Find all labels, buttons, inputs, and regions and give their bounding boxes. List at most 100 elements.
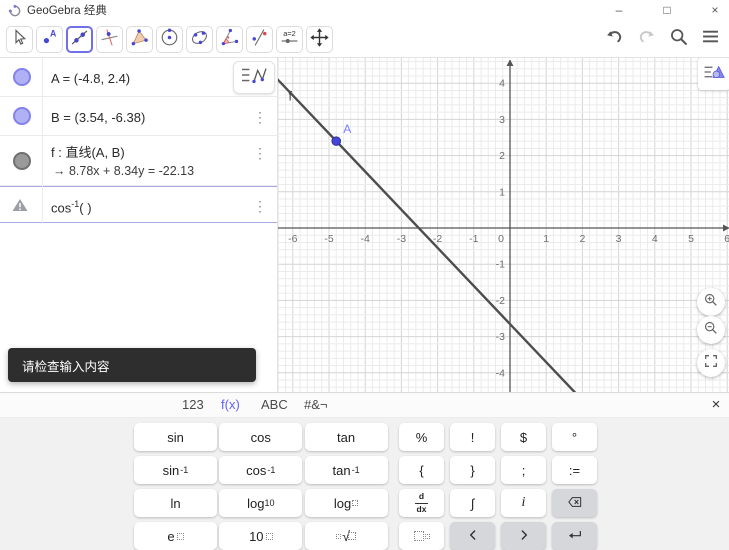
- nth-root-key[interactable]: √: [304, 522, 388, 550]
- title-bar: GeoGebra 经典 – □ ×: [0, 0, 729, 22]
- derivative-key[interactable]: d dx: [399, 489, 444, 517]
- geogebra-logo-icon: [8, 4, 22, 18]
- polygon-tool[interactable]: [126, 26, 153, 53]
- algebra-row-text: f : 直线(A, B): [51, 145, 125, 160]
- zoom-in-button[interactable]: [697, 288, 725, 316]
- svg-text:A: A: [50, 28, 57, 38]
- algebra-row-text: cos-1( ): [51, 199, 92, 216]
- slider-tool[interactable]: a=2: [276, 26, 303, 53]
- backspace-icon: [567, 494, 583, 513]
- warning-icon: [11, 196, 29, 214]
- arccos-key[interactable]: cos -1: [219, 456, 303, 484]
- search-icon: [668, 26, 689, 52]
- y-tick-label: -3: [496, 331, 505, 343]
- log-base-key[interactable]: log: [304, 489, 388, 517]
- close-button[interactable]: ×: [700, 0, 729, 22]
- enter-icon: [567, 527, 583, 546]
- row-menu-button[interactable]: ⋮: [253, 146, 267, 160]
- keyboard-close-button[interactable]: ×: [706, 395, 726, 415]
- x-axis-arrow-icon: [723, 224, 729, 232]
- algebra-stylebar-button[interactable]: [233, 61, 275, 94]
- fullscreen-icon: [703, 353, 719, 374]
- x-tick-label: -6: [288, 233, 297, 245]
- graphics-stylebar-button[interactable]: [698, 58, 729, 90]
- zoom-out-icon: [703, 320, 719, 341]
- conic-tool[interactable]: [186, 26, 213, 53]
- row-menu-button[interactable]: ⋮: [253, 110, 267, 124]
- point-tool-icon: A: [39, 27, 60, 53]
- tan-key[interactable]: tan: [304, 423, 388, 451]
- tab-123[interactable]: 123: [182, 397, 204, 412]
- enter-key[interactable]: [552, 522, 597, 550]
- graphics-view[interactable]: fAB-6-5-4-3-2-11234564321-1-2-3-40: [277, 58, 729, 392]
- point-tool[interactable]: A: [36, 26, 63, 53]
- arctan-key[interactable]: tan -1: [304, 456, 388, 484]
- angle-tool[interactable]: [216, 26, 243, 53]
- subscript-key[interactable]: [399, 522, 444, 550]
- redo-icon: [636, 26, 657, 52]
- redo-button[interactable]: [635, 27, 658, 50]
- tooltip-text: 请检查输入内容: [22, 359, 110, 374]
- toolbar: Aa=2: [0, 22, 729, 58]
- fullscreen-button[interactable]: [697, 349, 725, 377]
- reflection-tool-icon: [249, 27, 270, 53]
- point-A[interactable]: [331, 136, 342, 146]
- dollar-key[interactable]: $: [501, 423, 546, 451]
- visibility-marble[interactable]: [13, 68, 31, 86]
- imaginary-unit-key[interactable]: i: [501, 489, 546, 517]
- move-graphics-tool[interactable]: [306, 26, 333, 53]
- log10-key[interactable]: log 10: [219, 489, 303, 517]
- line-tool[interactable]: [66, 26, 93, 53]
- cos-key[interactable]: cos: [219, 423, 303, 451]
- toolbar-tools: Aa=2: [6, 26, 333, 53]
- tab-abc[interactable]: ABC: [261, 397, 288, 412]
- degree-key[interactable]: °: [552, 423, 597, 451]
- perpendicular-line-tool[interactable]: [96, 26, 123, 53]
- move-tool[interactable]: [6, 26, 33, 53]
- move-tool-icon: [9, 27, 30, 53]
- arrow-right-key[interactable]: [501, 522, 546, 550]
- x-tick-label: -5: [324, 233, 333, 245]
- tab-symbols[interactable]: #&¬: [304, 397, 328, 412]
- brace-close-key[interactable]: }: [450, 456, 495, 484]
- y-tick-label: 3: [499, 114, 505, 126]
- algebra-row-equation: → 8.78x + 8.34y = -22.13: [53, 164, 195, 178]
- backspace-key[interactable]: [552, 489, 597, 517]
- chevron-left-icon: [465, 527, 481, 546]
- perpendicular-line-icon: [99, 27, 120, 53]
- ten-power-key[interactable]: 10: [219, 522, 303, 550]
- semicolon-key[interactable]: ;: [501, 456, 546, 484]
- ln-key[interactable]: ln: [134, 489, 217, 517]
- search-button[interactable]: [667, 27, 690, 50]
- chevron-right-icon: [516, 527, 532, 546]
- circle-tool-icon: [159, 27, 180, 53]
- algebra-column-divider: [42, 58, 43, 223]
- visibility-marble[interactable]: [13, 107, 31, 125]
- brace-open-key[interactable]: {: [399, 456, 444, 484]
- x-tick-label: -4: [361, 233, 370, 245]
- arrow-left-key[interactable]: [450, 522, 495, 550]
- sin-key[interactable]: sin: [134, 423, 217, 451]
- line-f-label: f: [288, 90, 292, 104]
- minimize-button[interactable]: –: [604, 0, 634, 22]
- slider-tool-icon: a=2: [279, 27, 300, 53]
- percent-key[interactable]: %: [399, 423, 444, 451]
- conic-tool-icon: [189, 27, 210, 53]
- undo-button[interactable]: [603, 27, 626, 50]
- maximize-button[interactable]: □: [652, 0, 682, 22]
- visibility-marble[interactable]: [13, 151, 31, 170]
- x-tick-label: 3: [616, 233, 622, 245]
- menu-button[interactable]: [699, 27, 722, 50]
- integral-key[interactable]: ∫: [450, 489, 495, 517]
- arcsin-key[interactable]: sin -1: [134, 456, 217, 484]
- circle-tool[interactable]: [156, 26, 183, 53]
- reflection-tool[interactable]: [246, 26, 273, 53]
- factorial-key[interactable]: !: [450, 423, 495, 451]
- zoom-out-button[interactable]: [697, 316, 725, 344]
- toolbar-actions: [603, 27, 722, 50]
- row-menu-button[interactable]: ⋮: [253, 199, 267, 213]
- e-power-key[interactable]: e: [134, 522, 217, 550]
- tab-fx[interactable]: f(x): [221, 397, 240, 412]
- assign-key[interactable]: :=: [552, 456, 597, 484]
- algebra-style-icon: [238, 63, 270, 92]
